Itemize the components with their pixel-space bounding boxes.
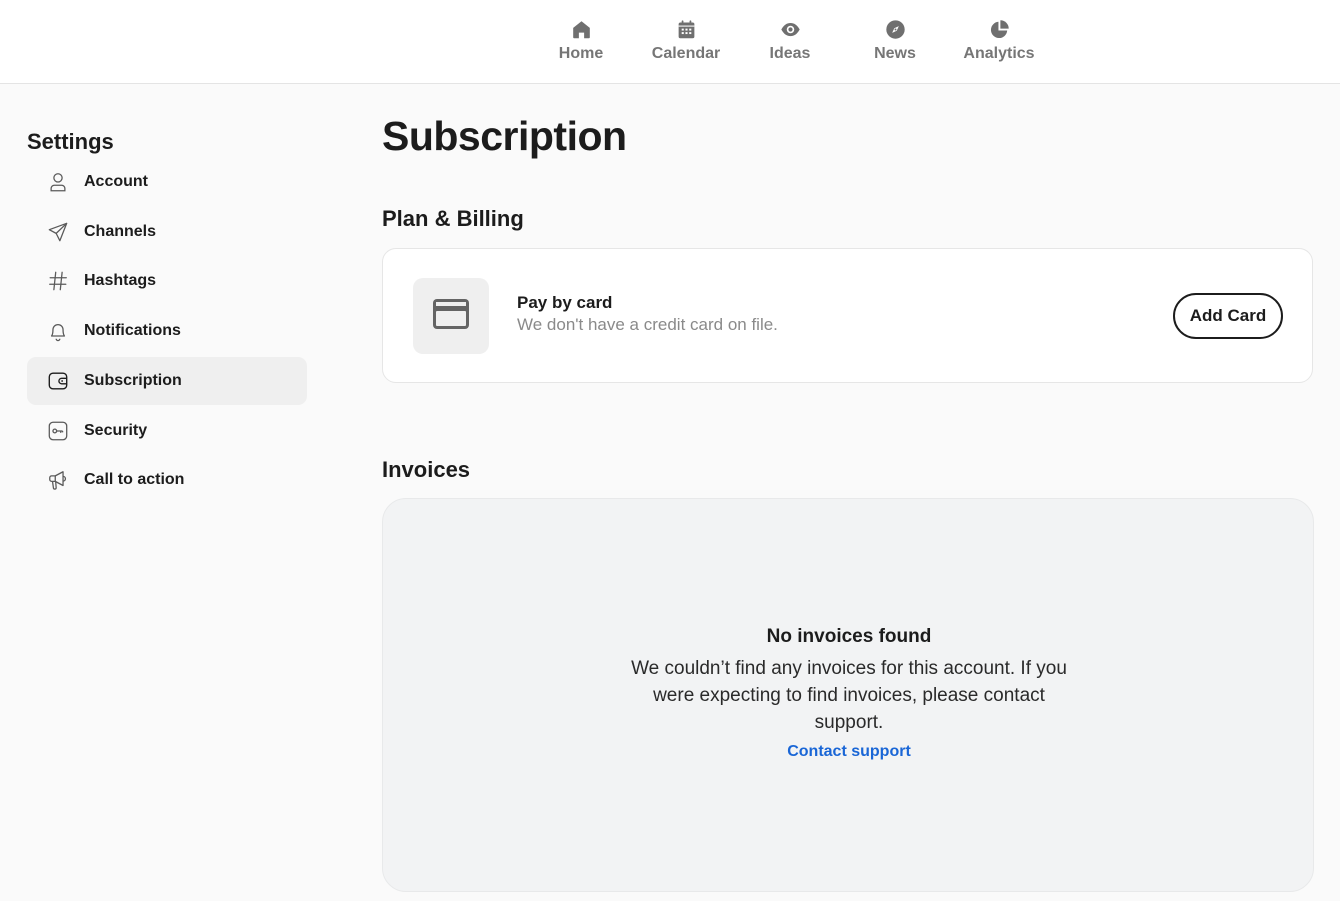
sidebar-item-label: Hashtags [84,272,157,289]
home-icon [570,18,592,40]
nav-item-calendar[interactable]: Calendar [636,18,736,70]
nav-label: Ideas [769,45,811,62]
card-icon-container [413,278,489,354]
payment-method-card: Pay by card We don't have a credit card … [382,248,1313,383]
bell-icon [47,320,69,342]
nav-item-ideas[interactable]: Ideas [740,18,840,70]
nav-item-home[interactable]: Home [531,18,631,70]
hashtag-icon [47,270,69,292]
invoices-empty-state: No invoices found We couldn’t find any i… [382,498,1314,892]
contact-support-link-text[interactable]: Contact support [787,743,911,760]
wallet-icon [47,370,69,392]
card-subtitle: We don't have a credit card on file. [517,315,778,334]
sidebar-item-label: Subscription [84,372,182,389]
nav-label: Calendar [651,45,721,62]
empty-state-title: No invoices found [766,626,932,647]
page-title: Subscription [382,113,627,159]
sidebar-item-hashtags[interactable]: Hashtags [27,257,307,305]
nav-label: Home [558,45,604,62]
key-icon [47,420,69,442]
nav-label: Analytics [963,45,1035,62]
contact-support-link: Contact support [383,743,1315,761]
empty-state-message: We couldn’t find any invoices for this a… [631,658,1067,733]
sidebar-item-label: Call to action [84,471,185,488]
sidebar-item-notifications[interactable]: Notifications [27,307,307,355]
sidebar-item-label: Channels [84,223,157,240]
user-icon [47,171,69,193]
nav-label: News [874,45,916,62]
sidebar-title: Settings [27,129,114,154]
sidebar-item-label: Security [84,422,148,439]
invoices-heading: Invoices [382,457,471,482]
card-title: Pay by card [517,293,613,312]
pie-chart-icon [988,18,1010,40]
sidebar-item-label: Notifications [84,322,181,339]
plan-billing-heading: Plan & Billing [382,206,524,231]
nav-item-analytics[interactable]: Analytics [949,18,1049,70]
sidebar-item-label: Account [84,173,148,190]
eye-icon [779,18,801,40]
sidebar-item-channels[interactable]: Channels [27,208,307,256]
calendar-icon [675,18,697,40]
sidebar-item-security[interactable]: Security [27,407,307,455]
add-card-button[interactable]: Add Card [1173,293,1283,339]
sidebar-item-subscription[interactable]: Subscription [27,357,307,405]
send-icon [47,221,69,243]
compass-icon [884,18,906,40]
megaphone-icon [47,469,69,491]
nav-item-news[interactable]: News [845,18,945,70]
sidebar-item-call-to-action[interactable]: Call to action [27,456,307,504]
top-navigation: Home Calendar Ideas News Analytics [0,0,1340,84]
sidebar-item-account[interactable]: Account [27,158,307,206]
credit-card-icon [433,298,469,334]
